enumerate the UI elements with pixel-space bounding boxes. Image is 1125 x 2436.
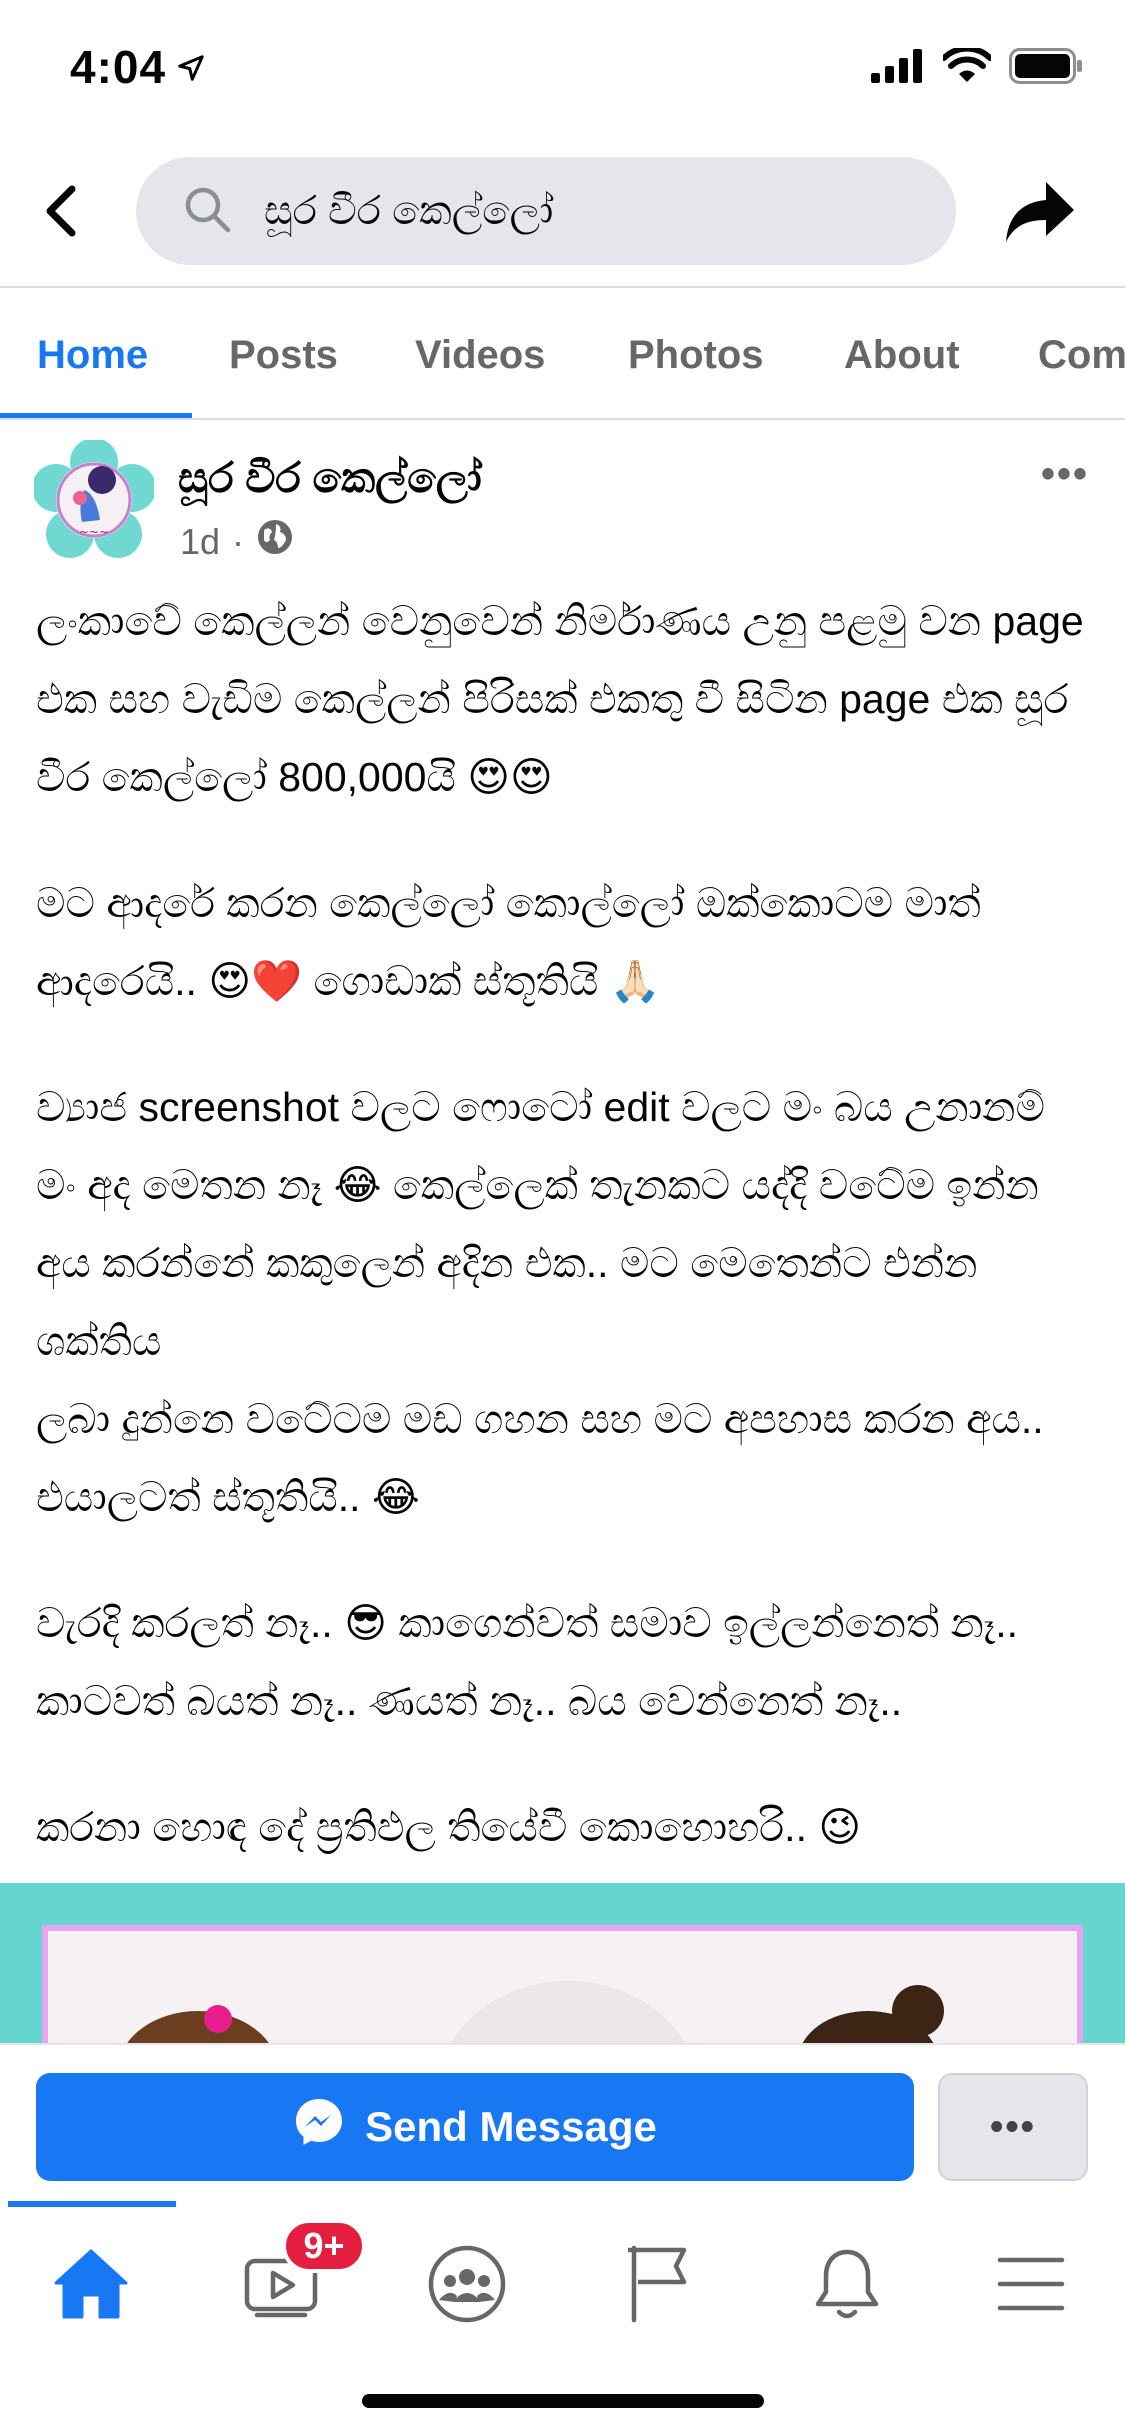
chevron-left-icon — [40, 183, 80, 244]
page-action-bar: Send Message ••• — [0, 2043, 1125, 2201]
post-line: කරනා හොඳ දේ ප්‍රතිඵල තියේවී කොහොහරි.. 😉 — [36, 1804, 862, 1850]
search-icon — [182, 184, 232, 239]
post-line: මට ආදරේ කරන කෙල්ලෝ කොල්ලෝ ඔක්කොටම මාත් — [36, 880, 981, 926]
groups-icon — [427, 2244, 507, 2329]
active-nav-indicator — [8, 2201, 176, 2207]
status-time-text: 4:04 — [70, 41, 167, 93]
tab-photos[interactable]: Photos — [628, 290, 764, 418]
post-paragraph: ලංකාවේ කෙල්ලන් වෙනුවෙන් නිර්මාණය උනු පළම… — [36, 582, 1096, 816]
send-message-label: Send Message — [365, 2103, 657, 2150]
post-header: ~~~ සූර වීර කෙල්ලෝ 1d · ••• — [0, 438, 1125, 580]
search-query-text: සූර වීර කෙල්ලෝ — [264, 188, 554, 233]
status-icons — [871, 45, 1083, 89]
page-header: සූර වීර කෙල්ලෝ — [0, 140, 1125, 288]
post-paragraph: මට ආදරේ කරන කෙල්ලෝ කොල්ලෝ ඔක්කොටම මාත් ආ… — [36, 864, 1096, 1020]
notifications-bell-icon — [812, 2244, 882, 2329]
active-tab-indicator — [0, 413, 192, 418]
watch-notification-badge: 9+ — [282, 2219, 366, 2273]
post-line: ලංකාවේ කෙල්ලන් වෙනුවෙන් නිර්මාණය උනු පළම… — [36, 598, 1084, 644]
search-input[interactable]: සූර වීර කෙල්ලෝ — [136, 157, 956, 265]
nav-notifications[interactable] — [792, 2231, 902, 2341]
globe-icon — [256, 518, 294, 565]
tab-about[interactable]: About — [844, 290, 960, 418]
post-image-frame — [42, 1925, 1083, 2043]
post-line: අය කරන්නේ කකුලෙන් අදින එක.. මට මෙතෙන්ට එ… — [36, 1240, 978, 1364]
post-image[interactable] — [0, 1883, 1125, 2043]
post-line: ලබා දුන්නෙ වටේටම මඩ ගහන සහ මට අපහාස කරන … — [36, 1396, 1044, 1442]
tab-posts[interactable]: Posts — [229, 290, 338, 418]
send-message-button[interactable]: Send Message — [36, 2073, 914, 2181]
post-line: මං අද මෙතන නෑ 😂 කෙල්ලෙක් තැනකට යද්දි වටේ… — [36, 1162, 1039, 1208]
nav-groups[interactable] — [412, 2231, 522, 2341]
post-line: ආදරෙයි.. 😍❤️ ගොඩාක් ස්තූතියි 🙏🏻 — [36, 958, 661, 1004]
wifi-icon — [941, 45, 993, 89]
post-line: එක සහ වැඩිම කෙල්ලන් පිරිසක් එකතු වී සිටි… — [36, 676, 1069, 722]
post-more-button[interactable]: ••• — [1041, 452, 1089, 497]
post-text: ලංකාවේ කෙල්ලන් වෙනුවෙන් නිර්මාණය උනු පළම… — [36, 582, 1096, 1992]
post-time[interactable]: 1d — [180, 521, 220, 563]
post-line: එයාලටත් ස්තූතියි.. 😂 — [36, 1474, 420, 1520]
back-button[interactable] — [30, 178, 90, 248]
meta-separator: · — [232, 520, 245, 562]
post-paragraph: වැරදි කරලත් නෑ.. 😎 කාගෙන්වත් සමාව ඉල්ලන්… — [36, 1584, 1096, 1740]
tab-community[interactable]: Com — [1038, 290, 1125, 418]
battery-icon — [1009, 48, 1083, 89]
post-paragraph: ව්‍යාජ screenshot වලට ෆොටෝ edit වලට මං බ… — [36, 1068, 1096, 1536]
status-time: 4:04 — [70, 40, 206, 94]
nav-menu[interactable] — [976, 2231, 1086, 2341]
home-icon — [52, 2247, 130, 2326]
home-indicator[interactable] — [362, 2394, 764, 2408]
nav-home[interactable] — [36, 2231, 146, 2341]
svg-text:~~~: ~~~ — [79, 525, 109, 539]
menu-hamburger-icon — [996, 2254, 1066, 2319]
page-avatar[interactable]: ~~~ — [32, 438, 156, 560]
status-bar: 4:04 — [0, 0, 1125, 140]
post-line: කාටවත් බයත් නෑ.. ණයත් නෑ.. බය වෙන්නෙත් න… — [36, 1678, 903, 1724]
page-tabs: Home Posts Videos Photos About Com — [0, 290, 1125, 420]
nav-pages[interactable] — [602, 2231, 712, 2341]
post-line: වීර කෙල්ලෝ 800,000යි 😍😍 — [36, 754, 553, 800]
more-actions-button[interactable]: ••• — [938, 2073, 1088, 2181]
post-line: ව්‍යාජ screenshot වලට ෆොටෝ edit වලට මං බ… — [36, 1084, 1045, 1130]
cellular-signal-icon — [871, 49, 925, 88]
share-arrow-icon — [1004, 180, 1076, 251]
post-meta: 1d · — [180, 518, 294, 565]
tab-videos[interactable]: Videos — [415, 290, 545, 418]
location-arrow-icon — [176, 40, 206, 94]
messenger-icon — [293, 2096, 345, 2158]
pages-flag-icon — [624, 2244, 690, 2329]
post-page-name[interactable]: සූර වීර කෙල්ලෝ — [178, 454, 482, 503]
tab-home[interactable]: Home — [37, 290, 148, 418]
share-button[interactable] — [995, 170, 1085, 260]
post-line: වැරදි කරලත් නෑ.. 😎 කාගෙන්වත් සමාව ඉල්ලන්… — [36, 1600, 1019, 1646]
